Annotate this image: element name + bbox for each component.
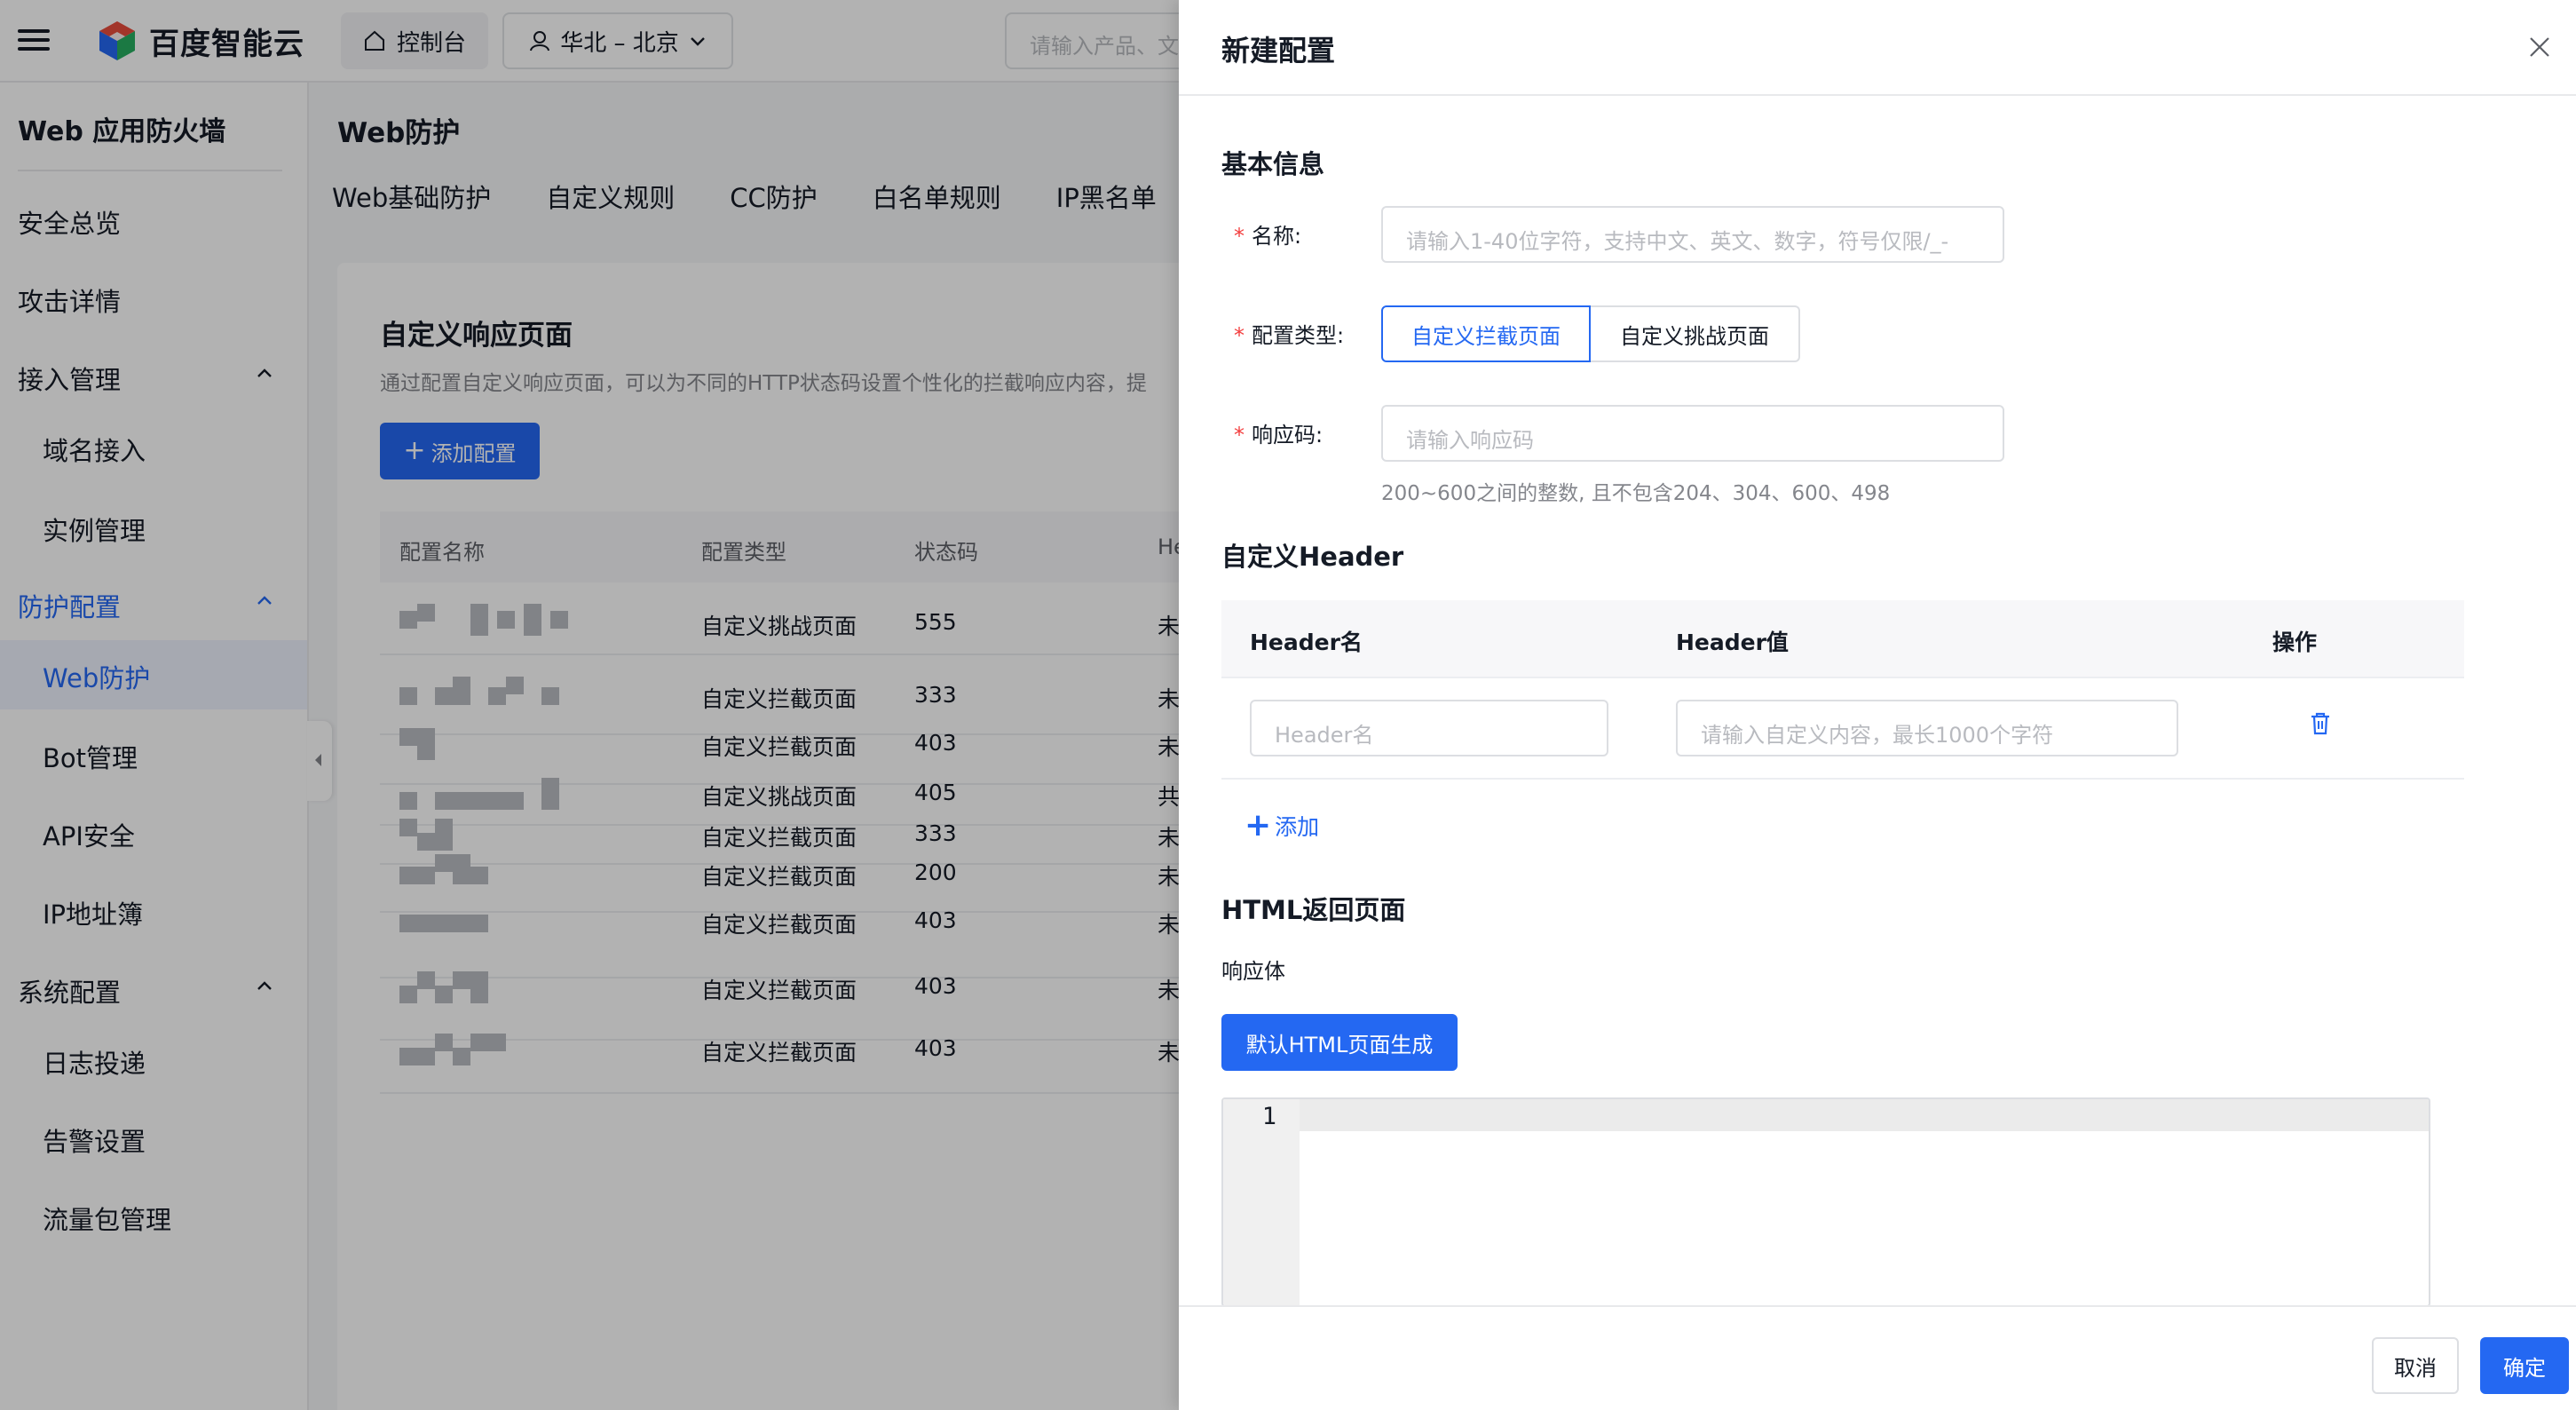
trash-icon[interactable] (2308, 710, 2333, 737)
required-mark: * (1234, 423, 1245, 448)
drawer-header: 新建配置 (1179, 0, 2576, 96)
new-config-drawer: 新建配置 基本信息 * 名称: 请输入1-40位字符，支持中文、英文、数字，符号仅… (1179, 0, 2576, 1410)
editor-gutter: 1 (1223, 1099, 1300, 1305)
type-option-challenge-page[interactable]: 自定义挑战页面 (1591, 305, 1800, 362)
col-header-name: Header名 (1250, 630, 1363, 655)
add-header-link[interactable]: + 添加 (1245, 810, 1319, 842)
name-label: * 名称: (1234, 218, 1301, 250)
header-row: Header名 请输入自定义内容，最长1000个字符 (1221, 677, 2464, 780)
col-header-value: Header值 (1676, 630, 1789, 655)
col-action: 操作 (2272, 630, 2318, 655)
html-code-editor[interactable]: 1 (1221, 1097, 2430, 1307)
response-code-input[interactable]: 请输入响应码 (1381, 405, 2004, 462)
name-input[interactable]: 请输入1-40位字符，支持中文、英文、数字，符号仅限/_- (1381, 206, 2004, 263)
header-table-head: Header名 Header值 操作 (1221, 600, 2464, 677)
config-type-radio-group: 自定义拦截页面 自定义挑战页面 (1381, 305, 1800, 362)
code-label-text: 响应码: (1252, 423, 1324, 448)
code-label: * 响应码: (1234, 417, 1323, 448)
editor-current-line (1300, 1099, 2429, 1131)
header-value-input[interactable]: 请输入自定义内容，最长1000个字符 (1676, 700, 2178, 756)
add-header-label: 添加 (1275, 814, 1320, 840)
line-number: 1 (1261, 1103, 1276, 1130)
plus-icon: + (1245, 807, 1272, 844)
cancel-button[interactable]: 取消 (2372, 1337, 2459, 1394)
section-basic-info: 基本信息 (1221, 149, 1325, 179)
modal-overlay[interactable] (0, 0, 1179, 1410)
required-mark: * (1234, 323, 1245, 348)
confirm-button[interactable]: 确定 (2480, 1337, 2569, 1394)
type-label-text: 配置类型: (1252, 323, 1345, 348)
section-custom-header: 自定义Header (1221, 542, 1404, 572)
type-option-block-page[interactable]: 自定义拦截页面 (1381, 305, 1591, 362)
drawer-footer: 取消 确定 (1179, 1305, 2576, 1410)
required-mark: * (1234, 224, 1245, 249)
section-html-page: HTML返回页面 (1221, 895, 1406, 925)
app-root: 百度智能云 控制台 华北 – 北京 请输入产品、文 Web 应用防火墙 安全总览… (0, 0, 2576, 1410)
type-label: * 配置类型: (1234, 318, 1344, 349)
drawer-title: 新建配置 (1221, 34, 1336, 67)
generate-default-html-button[interactable]: 默认HTML页面生成 (1221, 1014, 1458, 1071)
response-code-hint: 200~600之间的整数, 且不包含204、304、600、498 (1381, 482, 1891, 505)
header-name-input[interactable]: Header名 (1250, 700, 1608, 756)
close-icon[interactable] (2526, 34, 2553, 60)
name-label-text: 名称: (1252, 224, 1302, 249)
response-body-label: 响应体 (1221, 959, 1285, 984)
